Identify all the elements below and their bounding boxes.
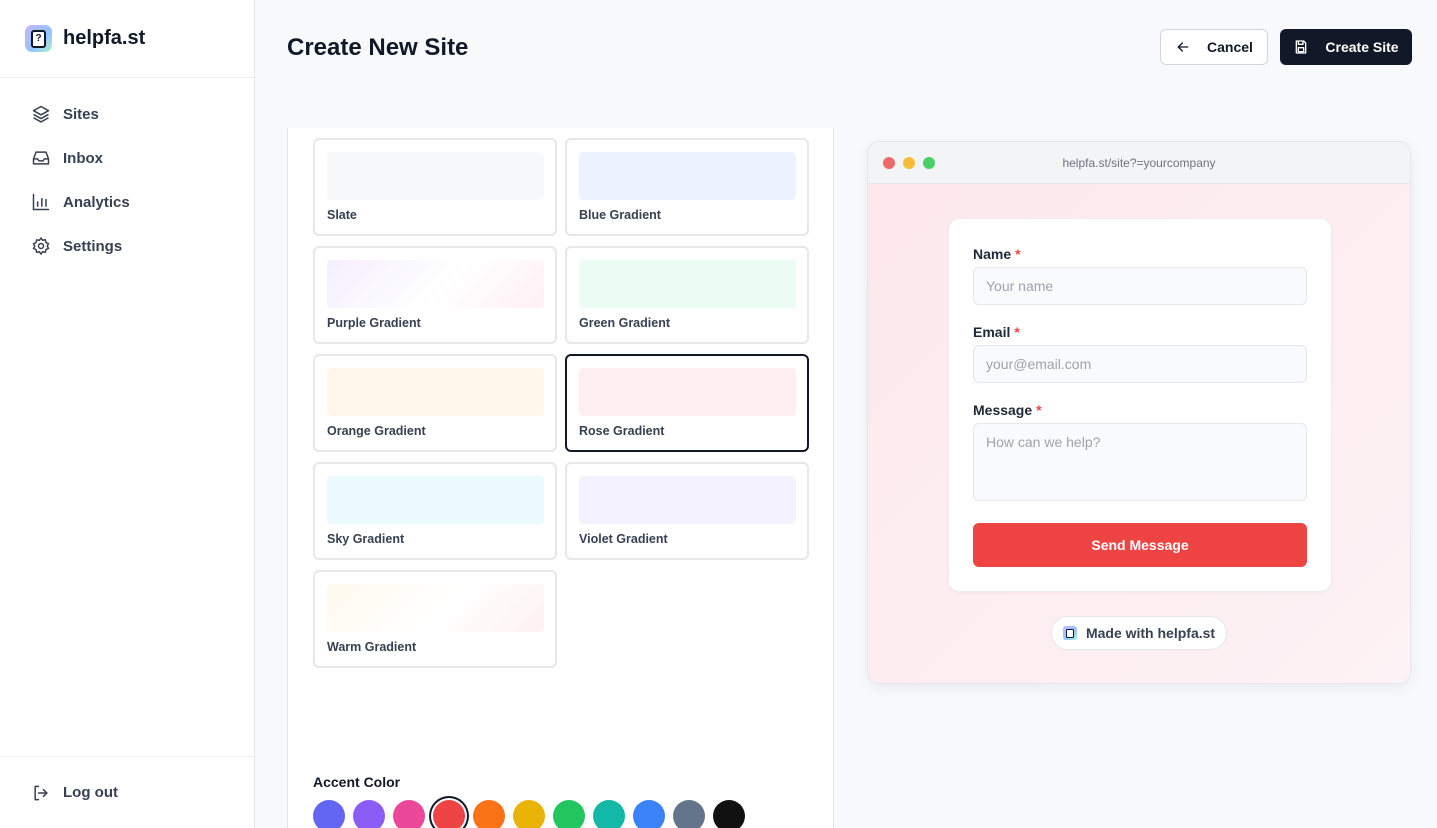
accent-color-swatch[interactable] — [673, 800, 705, 828]
background-option-label: Warm Gradient — [327, 640, 417, 654]
inbox-icon — [32, 151, 50, 165]
background-swatch — [327, 152, 544, 200]
layers-icon — [32, 105, 50, 123]
contact-form: Name* Email* Message* Send Message — [948, 218, 1332, 592]
background-swatch — [327, 476, 544, 524]
sidebar-item-analytics[interactable]: Analytics — [0, 180, 254, 224]
cancel-button[interactable]: Cancel — [1160, 29, 1268, 65]
made-with-label: Made with helpfa.st — [1085, 625, 1216, 641]
logout-label: Log out — [63, 784, 118, 801]
preview-url: helpfa.st/site?=yourcompany — [1062, 156, 1216, 170]
accent-color-swatch[interactable] — [433, 800, 465, 828]
message-label: Message * — [973, 402, 1042, 418]
background-swatch — [327, 260, 544, 308]
site-preview: helpfa.st/site?=yourcompany Name* Email*… — [867, 141, 1411, 684]
background-option-label: Violet Gradient — [579, 532, 668, 546]
send-message-button[interactable]: Send Message — [973, 523, 1307, 567]
email-label: Email * — [973, 324, 1020, 340]
background-swatch — [327, 368, 544, 416]
sidebar-item-label: Sites — [63, 105, 99, 123]
email-field[interactable] — [973, 345, 1307, 383]
required-mark: * — [1036, 402, 1042, 418]
accent-color-swatch[interactable] — [593, 800, 625, 828]
bar-chart-icon — [32, 193, 50, 211]
arrow-left-icon — [1177, 42, 1189, 52]
save-icon — [1296, 40, 1307, 54]
gear-icon — [32, 236, 50, 256]
create-site-label: Create Site — [1325, 39, 1399, 55]
background-option-label: Purple Gradient — [327, 316, 421, 330]
background-swatch — [579, 476, 796, 524]
background-option-warm-gradient[interactable]: Warm Gradient — [313, 570, 557, 668]
background-option-violet-gradient[interactable]: Violet Gradient — [565, 462, 809, 560]
background-option-slate[interactable]: Slate — [313, 138, 557, 236]
sidebar-item-settings[interactable]: Settings — [0, 224, 254, 268]
required-mark: * — [1015, 246, 1021, 262]
background-option-sky-gradient[interactable]: Sky Gradient — [313, 462, 557, 560]
sidebar: ? helpfa.st Sites Inbox Analytics Settin… — [0, 0, 255, 828]
background-swatch — [327, 584, 544, 632]
background-swatch — [579, 152, 796, 200]
sidebar-item-label: Settings — [63, 237, 123, 255]
accent-color-swatch[interactable] — [553, 800, 585, 828]
page-title: Create New Site — [287, 34, 469, 61]
logout-button[interactable]: Log out — [0, 756, 254, 828]
background-option-label: Green Gradient — [579, 316, 670, 330]
background-option-label: Slate — [327, 208, 357, 222]
sidebar-item-inbox[interactable]: Inbox — [0, 136, 254, 180]
sidebar-item-label: Analytics — [63, 193, 130, 211]
background-option-label: Blue Gradient — [579, 208, 661, 222]
background-swatch — [579, 368, 796, 416]
name-label: Name * — [973, 246, 1021, 262]
background-option-green-gradient[interactable]: Green Gradient — [565, 246, 809, 344]
background-option-label: Orange Gradient — [327, 424, 426, 438]
background-option-label: Rose Gradient — [579, 424, 665, 438]
preview-browser-bar: helpfa.st/site?=yourcompany — [868, 142, 1410, 184]
accent-color-title: Accent Color — [313, 774, 401, 790]
document-question-icon: ? — [25, 25, 52, 52]
sidebar-item-sites[interactable]: Sites — [0, 92, 254, 136]
made-with-badge[interactable]: Made with helpfa.st — [1051, 616, 1227, 650]
brand[interactable]: ? helpfa.st — [0, 0, 254, 78]
accent-color-swatch[interactable] — [473, 800, 505, 828]
required-mark: * — [1014, 324, 1020, 340]
logout-icon — [34, 785, 48, 800]
accent-color-swatch[interactable] — [393, 800, 425, 828]
name-field[interactable] — [973, 267, 1307, 305]
accent-color-swatch[interactable] — [313, 800, 345, 828]
brand-name: helpfa.st — [63, 27, 146, 49]
background-option-orange-gradient[interactable]: Orange Gradient — [313, 354, 557, 452]
accent-color-swatch[interactable] — [713, 800, 745, 828]
sidebar-item-label: Inbox — [63, 149, 103, 167]
background-option-label: Sky Gradient — [327, 532, 405, 546]
background-option-purple-gradient[interactable]: Purple Gradient — [313, 246, 557, 344]
accent-color-swatch[interactable] — [513, 800, 545, 828]
accent-color-swatch[interactable] — [353, 800, 385, 828]
background-option-blue-gradient[interactable]: Blue Gradient — [565, 138, 809, 236]
accent-color-swatch[interactable] — [633, 800, 665, 828]
background-option-rose-gradient[interactable]: Rose Gradient — [565, 354, 809, 452]
document-question-icon — [1062, 626, 1077, 640]
site-settings-panel[interactable]: WhiteLight GraySlateBlue GradientPurple … — [287, 128, 834, 828]
message-field[interactable] — [973, 423, 1307, 501]
create-site-button[interactable]: Create Site — [1280, 29, 1412, 65]
background-swatch — [579, 260, 796, 308]
sidebar-nav: Sites Inbox Analytics Settings — [0, 78, 254, 268]
cancel-label: Cancel — [1207, 39, 1253, 55]
